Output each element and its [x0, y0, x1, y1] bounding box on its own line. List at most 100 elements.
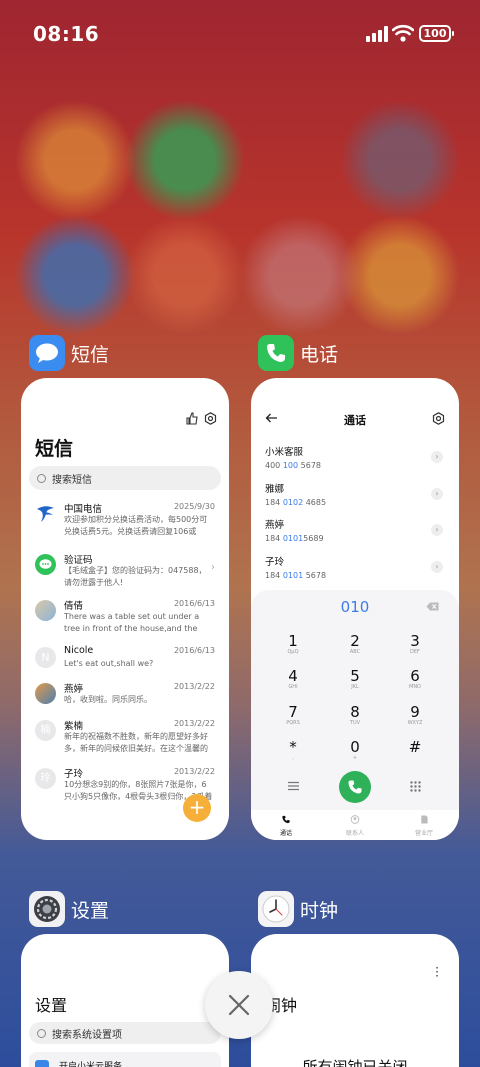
phone-app-card[interactable]: 通话 小米客服 400 100 5678 › 雅娜 184 0102 4685 …	[251, 378, 459, 840]
contact-detail-icon[interactable]: ›	[431, 561, 443, 573]
avatar-initial: 玲	[35, 768, 56, 789]
sim-card-icon	[421, 815, 428, 824]
dial-key[interactable]: 0 +	[335, 739, 375, 762]
wifi-icon	[392, 24, 414, 42]
compose-button[interactable]: +	[183, 794, 211, 822]
search-icon	[37, 1028, 46, 1038]
contact-item[interactable]: 燕婷 184 01015689 ›	[265, 517, 445, 549]
dial-key[interactable]: 8 TUV	[335, 704, 375, 727]
clock-app-card[interactable]: · · · 闹钟 所有闹钟已关闭	[251, 934, 459, 1067]
settings-list-item[interactable]: 开启小米云服务	[29, 1052, 221, 1067]
contact-item[interactable]: 小米客服 400 100 5678 ›	[265, 444, 445, 476]
signal-icon	[366, 26, 388, 42]
conversation-preview: There was a table set out under a tree i…	[64, 612, 200, 633]
conversation-name: 子玲	[64, 769, 84, 780]
conversation-preview: 新年的祝福数不胜数，新年的愿望好多好多，新年的问候依旧美好。在这个温馨的时刻，…	[64, 732, 208, 753]
messages-app-icon	[29, 335, 65, 371]
settings-item-label: 开启小米云服务	[59, 1062, 123, 1067]
clear-all-button[interactable]	[205, 971, 273, 1039]
dial-key[interactable]: *,	[273, 739, 313, 762]
dial-key[interactable]: 6 MNO	[395, 668, 435, 691]
contact-number: 184 0101 5678	[265, 571, 327, 580]
status-time: 08:16	[33, 22, 100, 46]
conversation-date: 2016/6/13	[173, 646, 215, 655]
app-label-text: 时钟	[300, 899, 339, 922]
contact-detail-icon[interactable]: ›	[431, 524, 443, 536]
more-options-icon[interactable]: · · ·	[435, 962, 439, 982]
search-icon	[37, 473, 46, 483]
dial-key[interactable]: 4 GHI	[273, 668, 313, 691]
avatar	[35, 600, 56, 621]
conversation-preview: 【毛绒盒子】您的验证码为：047588，请勿泄露于他人!	[64, 566, 207, 587]
app-label-messages[interactable]: 短信	[29, 335, 109, 371]
dial-key[interactable]: 1 QμQ	[273, 633, 313, 656]
conversation-date: 2025/9/30	[173, 502, 215, 511]
conversation-name: 倩倩	[64, 601, 84, 612]
search-placeholder: 搜索系统设置项	[52, 1029, 122, 1041]
conversation-item[interactable]: 中国电信 2025/9/30 欢迎参加积分兑换话费活动，每500分可兑换话费5元…	[35, 501, 217, 545]
contact-name: 燕婷	[265, 520, 285, 531]
person-icon	[350, 815, 360, 824]
keypad-toggle-icon[interactable]	[410, 781, 421, 792]
cloud-icon	[35, 1060, 49, 1067]
conversation-item[interactable]: 倩倩 2016/6/13 There was a table set out u…	[35, 598, 217, 642]
dialpad: 010 1 QμQ 2 ABC 3 DEF 4 GHI 5 JKL 6 MNO 7 PQRS …	[251, 590, 459, 840]
dial-key[interactable]: 5 JKL	[335, 668, 375, 691]
dial-key[interactable]: 2 ABC	[335, 633, 375, 656]
feedback-icon[interactable]	[185, 412, 198, 425]
alarm-status: 所有闹钟已关闭	[302, 1058, 408, 1067]
battery-indicator: 100	[419, 25, 454, 42]
bottom-tab-bar: 通话 联系人 营业厅	[251, 810, 459, 840]
avatar	[35, 683, 56, 704]
phone-app-icon	[258, 335, 294, 371]
app-label-settings[interactable]: 设置	[29, 891, 109, 927]
conversation-preview: Let's eat out,shall we?	[64, 659, 154, 668]
search-input[interactable]: 搜索系统设置项	[29, 1022, 221, 1044]
dial-key[interactable]: #	[395, 739, 435, 755]
conversation-preview: 哈，收到啦。同乐同乐。	[64, 695, 152, 704]
tab-service-hall[interactable]: 营业厅	[399, 815, 449, 837]
settings-gear-icon[interactable]	[204, 412, 217, 425]
contact-item[interactable]: 雅娜 184 0102 4685 ›	[265, 481, 445, 513]
conversation-date: 2013/2/22	[173, 682, 215, 691]
conversation-item[interactable]: 验证码 【毛绒盒子】您的验证码为：047588，请勿泄露于他人! ›	[35, 552, 217, 596]
menu-icon[interactable]	[288, 781, 299, 791]
settings-app-card[interactable]: 设置 搜索系统设置项 开启小米云服务	[21, 934, 229, 1067]
conversation-name: Nicole	[64, 645, 94, 656]
page-title: 设置	[35, 996, 68, 1015]
app-label-text: 短信	[71, 343, 110, 366]
conversation-date: 2013/2/22	[173, 767, 215, 776]
dial-key[interactable]: 7 PQRS	[273, 704, 313, 727]
close-icon	[228, 994, 250, 1016]
call-button[interactable]	[339, 771, 371, 803]
contact-name: 子玲	[265, 557, 285, 568]
conversation-name: 验证码	[64, 555, 93, 566]
conversation-name: 燕婷	[64, 684, 84, 695]
messages-app-card[interactable]: 短信 搜索短信 中国电信 2025/9/30 欢迎参加积分兑换话费活动，每500…	[21, 378, 229, 840]
contact-item[interactable]: 子玲 184 0101 5678 ›	[265, 554, 445, 586]
conversation-date: 2016/6/13	[173, 599, 215, 608]
settings-gear-icon[interactable]	[432, 412, 445, 425]
contact-detail-icon[interactable]: ›	[431, 488, 443, 500]
app-label-phone[interactable]: 电话	[258, 335, 338, 371]
page-title: 短信	[35, 438, 74, 460]
tab-calls[interactable]: 通话	[261, 815, 311, 837]
avatar-initial: N	[35, 647, 56, 668]
search-input[interactable]: 搜索短信	[29, 466, 221, 490]
contact-name: 小米客服	[265, 447, 304, 458]
contact-detail-icon[interactable]: ›	[431, 451, 443, 463]
conversation-item[interactable]: 楠 紫楠 2013/2/22 新年的祝福数不胜数，新年的愿望好多好多，新年的问候…	[35, 718, 217, 762]
chat-bubble-icon	[35, 554, 56, 575]
contact-number: 400 100 5678	[265, 461, 321, 470]
phone-icon	[282, 815, 290, 824]
dial-key[interactable]: 9 WXYZ	[395, 704, 435, 727]
app-label-clock[interactable]: 时钟	[258, 891, 338, 927]
app-label-text: 电话	[300, 343, 339, 366]
conversation-date: 2013/2/22	[173, 719, 215, 728]
tab-contacts[interactable]: 联系人	[330, 815, 380, 837]
backspace-icon[interactable]	[426, 602, 439, 611]
contact-number: 184 0102 4685	[265, 498, 327, 507]
dial-key[interactable]: 3 DEF	[395, 633, 435, 656]
status-bar: 08:16 100	[0, 0, 480, 68]
contact-number: 184 01015689	[265, 534, 324, 543]
